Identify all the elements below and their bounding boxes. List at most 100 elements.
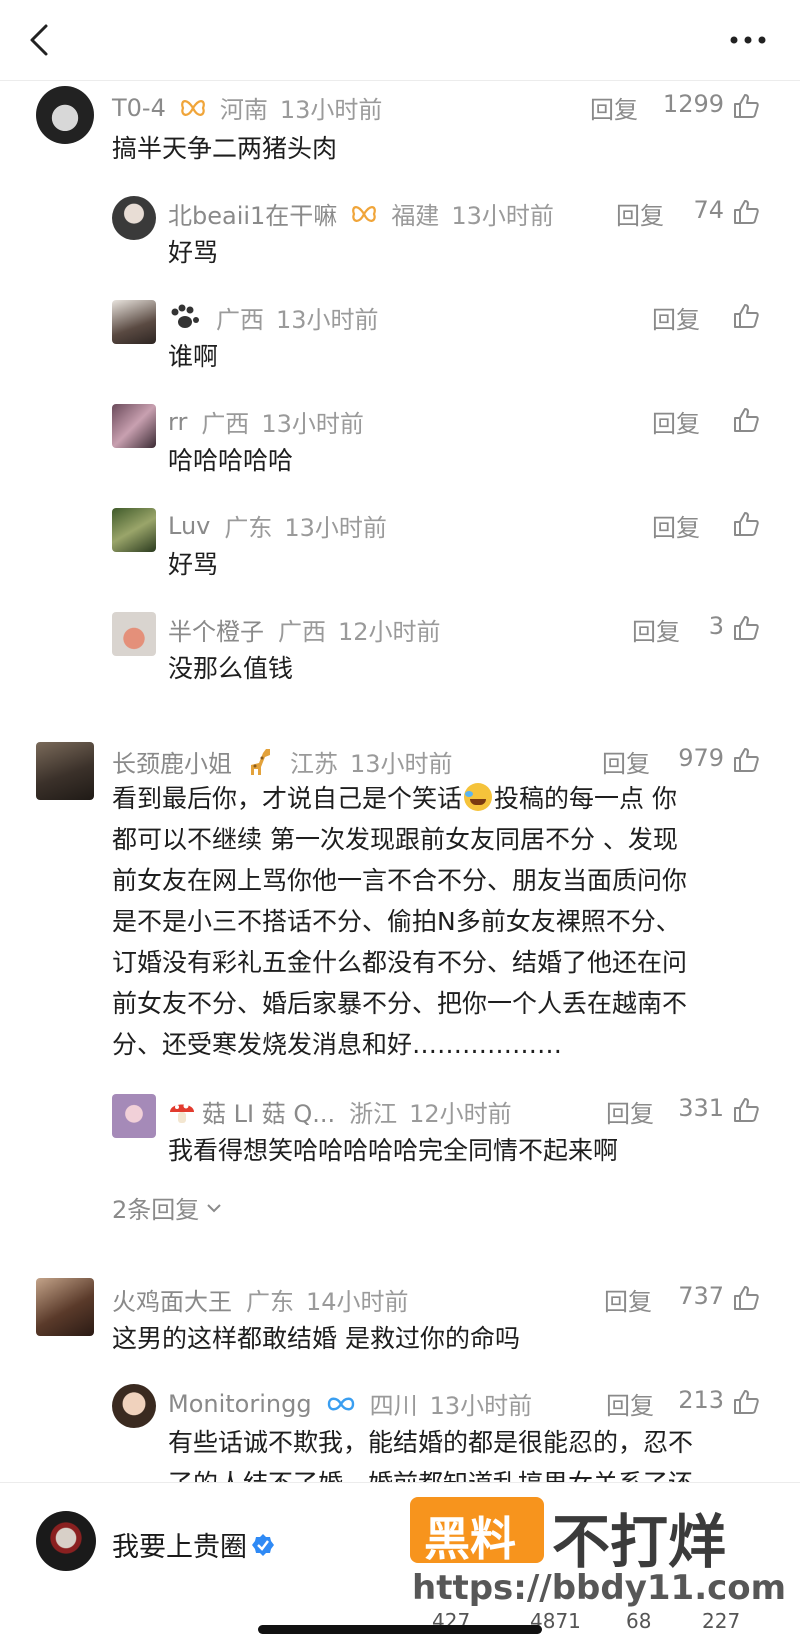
reply-button[interactable]: 回复 (606, 1386, 654, 1421)
reply-meta: 半个橙子 广西 12小时前 (168, 612, 441, 647)
author-avatar[interactable] (36, 1511, 96, 1571)
chevron-down-icon (207, 1203, 221, 1212)
avatar[interactable] (112, 404, 156, 448)
location: 广西 (278, 618, 326, 646)
location: 福建 (391, 202, 440, 230)
username[interactable]: 半个橙子 (168, 612, 264, 647)
top-bar (0, 0, 800, 81)
like-count: 74 (693, 196, 724, 224)
like-thumb-icon[interactable] (732, 92, 760, 120)
like-count: 979 (678, 744, 724, 772)
like-thumb-icon[interactable] (732, 302, 760, 330)
like-thumb-icon[interactable] (732, 406, 760, 434)
like-thumb-icon[interactable] (732, 614, 760, 642)
location: 广东 (246, 1288, 294, 1316)
reply-meta: 广西 13小时前 (168, 300, 379, 335)
reply-button[interactable]: 回复 (590, 90, 638, 125)
watermark-url: https://bbdy11.com (412, 1568, 787, 1608)
avatar[interactable] (36, 86, 94, 144)
timestamp: 13小时前 (276, 306, 379, 334)
comment-line: 分、还受寒发烧发消息和好……………… (112, 1030, 563, 1059)
location: 广西 (201, 410, 250, 438)
stat-count: 68 (626, 1609, 652, 1633)
reply-text: 谁啊 (168, 342, 219, 371)
reply-button[interactable]: 回复 (652, 404, 700, 439)
butterfly-badge-icon (351, 203, 377, 225)
username[interactable]: T0-4 (112, 94, 166, 122)
avatar[interactable] (112, 300, 156, 344)
comment-line: 是不是小三不搭话不分、偷拍N多前女友裸照不分、 (112, 907, 681, 936)
timestamp: 13小时前 (429, 1392, 533, 1420)
like-count: 331 (678, 1094, 724, 1122)
laugh-cry-emoji-icon (464, 783, 493, 811)
reply-button[interactable]: 回复 (632, 612, 680, 647)
location: 江苏 (290, 750, 338, 778)
infinity-badge-icon (326, 1394, 356, 1414)
username[interactable]: 火鸡面大王 (112, 1282, 232, 1317)
reply-text: 好骂 (168, 550, 219, 579)
avatar[interactable] (112, 508, 156, 552)
reply-button[interactable]: 回复 (606, 1094, 654, 1129)
reply-button[interactable]: 回复 (604, 1282, 652, 1317)
reply-text: 有些话诚不欺我，能结婚的都是很能忍的，忍不 (168, 1428, 694, 1457)
avatar[interactable] (112, 196, 156, 240)
giraffe-emoji-icon (246, 747, 276, 777)
avatar[interactable] (36, 1278, 94, 1336)
butterfly-badge-icon (180, 97, 206, 119)
like-thumb-icon[interactable] (732, 510, 760, 538)
username[interactable]: 长颈鹿小姐 (112, 744, 232, 779)
timestamp: 13小时前 (261, 410, 364, 438)
author-name[interactable]: 我要上贵圈 (112, 1525, 247, 1564)
watermark-badge-text: 黑料 (424, 1512, 516, 1566)
like-count: 213 (678, 1386, 724, 1414)
home-indicator[interactable] (258, 1625, 542, 1634)
comment-text: 搞半天争二两猪头肉 (112, 134, 338, 163)
comment-line: 订婚没有彩礼五金什么都没有不分、结婚了他还在问 (112, 948, 688, 977)
reply-meta: Luv 广东 13小时前 (168, 508, 387, 543)
avatar[interactable] (36, 742, 94, 800)
username[interactable]: 菇 LI 菇 Q... (202, 1094, 335, 1129)
reply-text: 哈哈哈哈哈 (168, 446, 294, 475)
avatar[interactable] (112, 1094, 156, 1138)
back-chevron-icon[interactable] (22, 22, 58, 58)
author-info: 我要上贵圈 (112, 1525, 275, 1564)
reply-meta: 菇 LI 菇 Q... 浙江 12小时前 (168, 1094, 512, 1129)
watermark-badge: 黑料 (410, 1497, 544, 1566)
timestamp: 14小时前 (306, 1288, 409, 1316)
like-count: 1299 (662, 90, 724, 118)
like-thumb-icon[interactable] (732, 198, 760, 226)
avatar[interactable] (112, 1384, 156, 1428)
avatar[interactable] (112, 612, 156, 656)
reply-button[interactable]: 回复 (652, 300, 700, 335)
username[interactable]: Monitoringg (168, 1390, 312, 1418)
username[interactable]: 北beaii1在干嘛 (168, 196, 337, 231)
like-thumb-icon[interactable] (732, 1388, 760, 1416)
verified-badge-icon (252, 1533, 274, 1556)
reply-meta: rr 广西 13小时前 (168, 404, 364, 439)
like-thumb-icon[interactable] (732, 1096, 760, 1124)
comment-line: 看到最后你，才说自己是个笑话 (112, 784, 463, 813)
expand-replies-button[interactable]: 2条回复 (112, 1190, 223, 1225)
reply-button[interactable]: 回复 (652, 508, 700, 543)
reply-button[interactable]: 回复 (616, 196, 664, 231)
reply-text: 好骂 (168, 238, 219, 267)
more-dots-icon[interactable] (728, 30, 768, 50)
location: 浙江 (349, 1100, 398, 1128)
like-thumb-icon[interactable] (732, 1284, 760, 1312)
username[interactable]: rr (168, 408, 187, 436)
reply-meta: Monitoringg 四川 13小时前 (168, 1386, 532, 1421)
comment-line: 都可以不继续 第一次发现跟前女友同居不分 、发现 (112, 825, 678, 854)
location: 广西 (216, 306, 264, 334)
comment-meta: T0-4 河南 13小时前 (112, 90, 382, 125)
reply-button[interactable]: 回复 (602, 744, 650, 779)
stat-count: 227 (702, 1609, 741, 1633)
paw-icon (168, 304, 202, 332)
username[interactable]: Luv (168, 512, 210, 540)
comment-line: 前女友在网上骂你他一言不合不分、朋友当面质问你 (112, 866, 688, 895)
comment-meta: 长颈鹿小姐 江苏 13小时前 (112, 744, 453, 779)
timestamp: 13小时前 (451, 202, 554, 230)
like-thumb-icon[interactable] (732, 746, 760, 774)
watermark-text: 不打烊 (552, 1508, 727, 1576)
reply-text: 我看得想笑哈哈哈哈哈完全同情不起来啊 (168, 1136, 619, 1165)
timestamp: 12小时前 (338, 618, 441, 646)
